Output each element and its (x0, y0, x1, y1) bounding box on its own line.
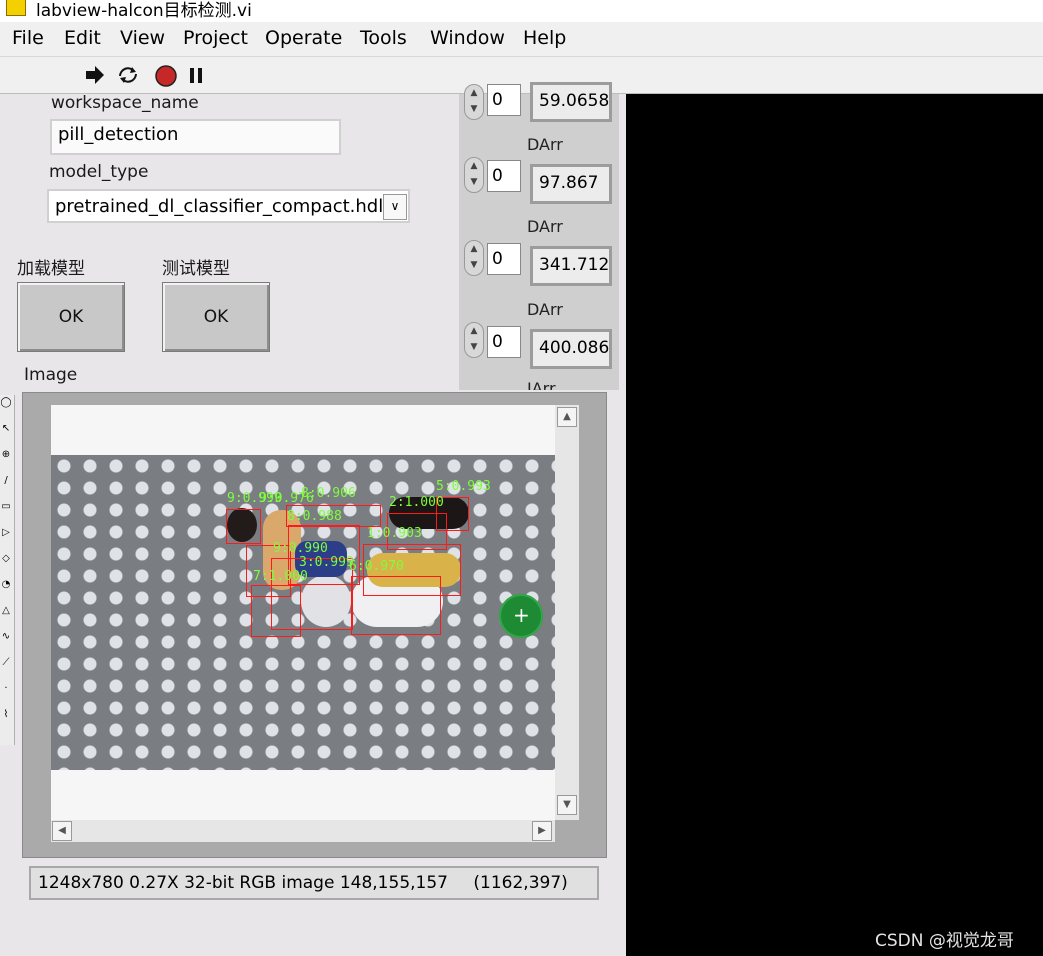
title-bar: labview-halcon目标检测.vi (0, 0, 1043, 22)
zoom-tool-icon[interactable]: ⊕ (0, 449, 12, 473)
watermark: CSDN @视觉龙哥 (875, 931, 1014, 951)
array-3-value: 400.086 (530, 329, 612, 369)
array-0-value: 59.0658 (530, 82, 612, 122)
model-type-dropdown[interactable]: pretrained_dl_classifier_compact.hdl ∨ (47, 189, 410, 223)
rotated-rect-tool-icon[interactable]: ▷ (0, 527, 12, 551)
array-0-index[interactable]: 0 (487, 84, 521, 116)
tool-palette: ◯ ↖ ⊕ / ▭ ▷ ◇ ◔ △ ∿ ⟋ · ⌇ (0, 395, 15, 745)
array-3-index[interactable]: 0 (487, 326, 521, 358)
model-type-label: model_type (49, 162, 149, 182)
broken-line-tool-icon[interactable]: ⌇ (0, 709, 12, 733)
cursor-coordinates: (1162,397) (473, 873, 568, 893)
model-type-value: pretrained_dl_classifier_compact.hdl (55, 196, 384, 217)
array-2-index[interactable]: 0 (487, 243, 521, 275)
array-2-index-stepper[interactable]: ▲ ▼ (464, 240, 484, 276)
image-info-bar: 1248x780 0.27X 32-bit RGB image 148,155,… (29, 866, 599, 900)
detection-label: 2:1.000 (389, 495, 444, 510)
array-1-value: 97.867 (530, 164, 612, 204)
detection-label: 8:0.906 (301, 486, 356, 501)
abort-icon[interactable] (154, 64, 178, 88)
run-continuous-icon[interactable] (116, 64, 140, 86)
image-info-text: 1248x780 0.27X 32-bit RGB image 148,155,… (38, 873, 448, 893)
oval-tool-icon[interactable]: ◇ (0, 553, 12, 577)
scroll-right-icon[interactable]: ▶ (532, 821, 552, 841)
vi-icon (6, 0, 26, 16)
array-1-label: DArr (527, 135, 563, 154)
workspace-name-field[interactable]: pill_detection (50, 119, 341, 155)
pointer-tool-icon[interactable]: ◯ (0, 397, 12, 421)
menu-tools[interactable]: Tools (360, 27, 407, 49)
menu-file[interactable]: File (12, 27, 44, 49)
array-4-label: IArr (527, 379, 556, 390)
scroll-up-icon[interactable]: ▲ (557, 407, 577, 427)
menu-edit[interactable]: Edit (64, 27, 101, 49)
run-arrow-icon[interactable] (84, 65, 106, 85)
menu-operate[interactable]: Operate (265, 27, 342, 49)
pill-photo[interactable]: 9:0.999 9:0.976 8:0.906 8:0.988 2:1.000 … (51, 455, 555, 770)
display-window (626, 94, 1043, 956)
detection-box (226, 509, 261, 544)
pause-icon[interactable] (188, 67, 204, 85)
menu-bar: File Edit View Project Operate Tools Win… (0, 22, 1043, 57)
load-model-label: 加载模型 (17, 259, 85, 279)
point-tool-icon[interactable]: · (0, 683, 12, 707)
freehand-tool-icon[interactable]: ∿ (0, 631, 12, 655)
toolbar (0, 57, 1043, 94)
window-title: labview-halcon目标检测.vi (36, 1, 252, 21)
load-model-button[interactable]: OK (17, 282, 125, 352)
array-1-index[interactable]: 0 (487, 160, 521, 192)
vertical-scrollbar[interactable]: ▲ ▼ (555, 405, 579, 820)
detection-label: 5:0.993 (436, 479, 491, 494)
line-tool-icon[interactable]: / (0, 475, 12, 499)
array-0-index-stepper[interactable]: ▲ ▼ (464, 84, 484, 120)
workspace-name-label: workspace_name (51, 93, 199, 113)
detection-label: 7:1.000 (253, 569, 308, 584)
image-label: Image (24, 365, 78, 385)
annulus-tool-icon[interactable]: ◔ (0, 579, 12, 603)
panel-divider (619, 94, 626, 956)
detection-box (351, 576, 441, 635)
array-2-label: DArr (527, 217, 563, 236)
menu-help[interactable]: Help (523, 27, 566, 49)
test-model-button[interactable]: OK (162, 282, 270, 352)
detection-label: 8:0.988 (287, 509, 342, 524)
detection-label: 3:0.999 (299, 555, 354, 570)
scroll-left-icon[interactable]: ◀ (52, 821, 72, 841)
detection-label: 1:0.903 (367, 526, 422, 541)
array-3-index-stepper[interactable]: ▲ ▼ (464, 322, 484, 358)
menu-view[interactable]: View (120, 27, 165, 49)
polyline-tool-icon[interactable]: ⟋ (0, 657, 12, 681)
rectangle-tool-icon[interactable]: ▭ (0, 501, 12, 525)
scroll-down-icon[interactable]: ▼ (557, 795, 577, 815)
array-2-value: 341.712 (530, 246, 612, 286)
array-1-index-stepper[interactable]: ▲ ▼ (464, 157, 484, 193)
chevron-down-icon[interactable]: ∨ (383, 194, 407, 220)
test-model-label: 测试模型 (162, 259, 230, 279)
detection-label: 9:0.990 (273, 541, 328, 556)
menu-window[interactable]: Window (430, 27, 505, 49)
menu-project[interactable]: Project (183, 27, 248, 49)
horizontal-scrollbar[interactable]: ◀ ▶ (51, 820, 555, 842)
crosshair-icon: + (513, 603, 530, 627)
detection-label: 6:0.970 (349, 559, 404, 574)
select-tool-icon[interactable]: ↖ (0, 423, 12, 447)
array-3-label: DArr (527, 300, 563, 319)
polygon-tool-icon[interactable]: △ (0, 605, 12, 629)
